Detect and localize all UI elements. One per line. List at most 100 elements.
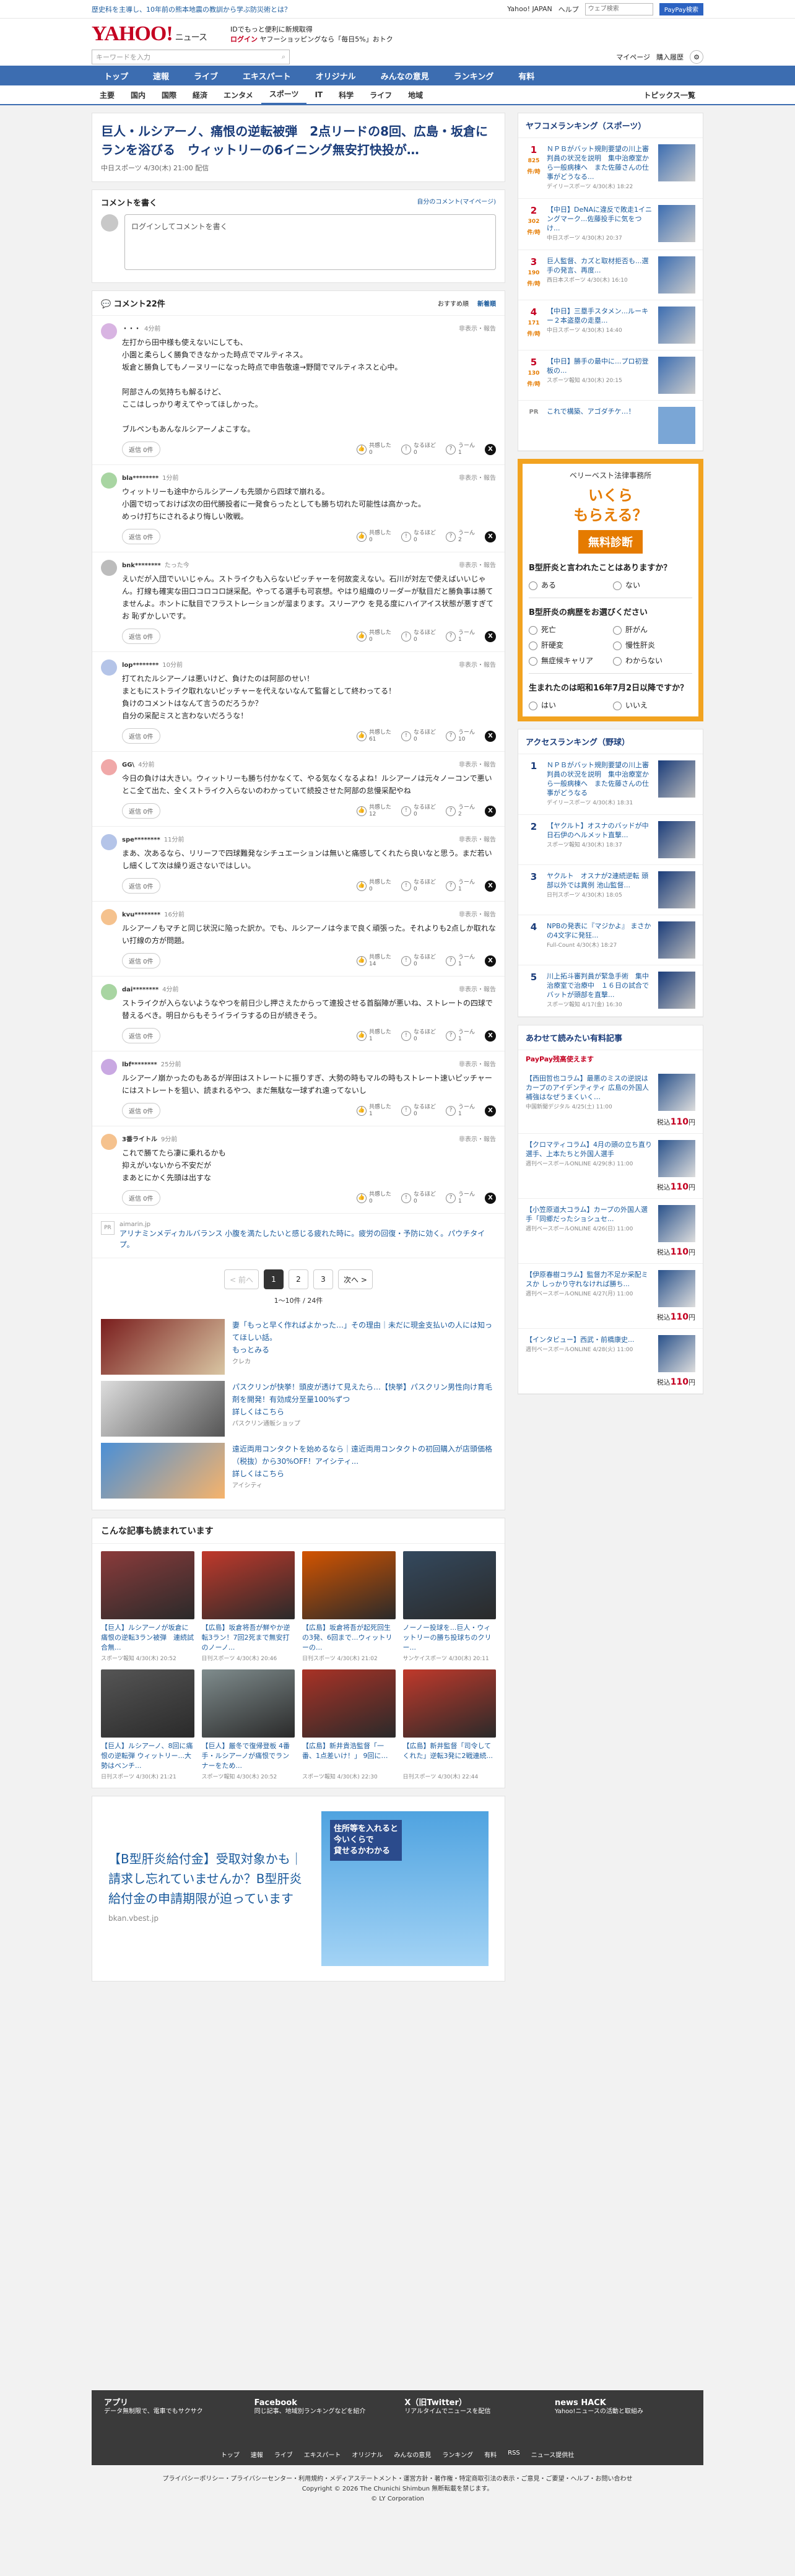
comment-input[interactable]: ログインしてコメントを書く: [124, 214, 496, 270]
report-link[interactable]: 非表示・報告: [459, 1059, 496, 1068]
related-thumb[interactable]: [201, 1669, 295, 1738]
ranking-item[interactable]: 1 825件/時 ＮＰＢがバット規則要望の川上審判員の状況を説明 集中治療室から一般…: [518, 138, 703, 199]
my-comments-link[interactable]: 自分のコメント(マイページ): [417, 196, 496, 208]
paid-item[interactable]: 【クロマティコラム】4月の頭の立ち直り選手、上本たちと外国人選手 週刊ベースボール…: [518, 1134, 703, 1199]
footer-link[interactable]: ライブ: [274, 2450, 293, 2459]
hmm-button[interactable]: ? うーん 1: [445, 1191, 475, 1205]
x-share-icon[interactable]: X: [485, 1192, 496, 1204]
access-item[interactable]: 3 ヤクルト オスナが2連続逆転 頭部以外では異例 池山監督... 日刊スポーツ 4…: [518, 865, 703, 915]
ranking-thumb[interactable]: [658, 256, 695, 294]
sort-newest[interactable]: 新着順: [477, 298, 496, 308]
ranking-item[interactable]: 4 171件/時 【中日】三塁手スタメン...ルーキー２本盗塁の走塁... 中日スポー…: [518, 300, 703, 350]
empathy-button[interactable]: 👍 共感した 1: [356, 1029, 391, 1043]
footer-app[interactable]: X（旧Twitter） リアルタイムでニュースを配信: [404, 2399, 541, 2416]
empathy-button[interactable]: 👍 共感した 1: [356, 1104, 391, 1118]
comment-user[interactable]: bla********: [122, 475, 159, 482]
ranking-item[interactable]: 3 190件/時 巨人監督、カズと取材拒否も...選手の発言、再度... 西日本スポー…: [518, 250, 703, 300]
diag-option[interactable]: 肝硬変: [529, 640, 608, 650]
diag-option[interactable]: わからない: [613, 655, 692, 666]
footer-link[interactable]: 有料: [484, 2450, 497, 2459]
help-link[interactable]: ヘルプ: [558, 4, 579, 14]
top-notice-link[interactable]: 歴史科を主導し、10年前の熊本地震の教訓から学ぶ防災術とは？: [92, 4, 291, 14]
reply-button[interactable]: 返信 0件: [122, 1103, 160, 1118]
hmm-button[interactable]: ? うーん 1: [445, 954, 475, 968]
comment-user[interactable]: dai********: [122, 986, 159, 993]
insight-button[interactable]: ! なるほど 0: [401, 729, 436, 743]
footer-link[interactable]: トップ: [221, 2450, 240, 2459]
shopping-promo[interactable]: ヤフーショッピングなら「毎日5%」おトク: [260, 35, 393, 43]
insight-button[interactable]: ! なるほど 0: [401, 1191, 436, 1205]
footer-app[interactable]: news HACK Yahoo!ニュースの活動と取組み: [555, 2399, 691, 2416]
report-link[interactable]: 非表示・報告: [459, 1134, 496, 1143]
access-item[interactable]: 1 ＮＰＢがバット規則要望の川上審判員の状況を説明 集中治療室から一般病棟へ また…: [518, 754, 703, 815]
ad-item[interactable]: パスクリンが快挙！頭皮が透けて見えたら…【快挙】パスクリン男性向け育毛剤を開発！…: [101, 1381, 496, 1437]
ad-item[interactable]: 遠近両用コンタクトを始めるなら｜遠近両用コンタクトの初回購入が店頭価格（税抜）か…: [101, 1443, 496, 1499]
report-link[interactable]: 非表示・報告: [459, 984, 496, 993]
cat-life[interactable]: ライフ: [362, 90, 400, 100]
footer-app[interactable]: Facebook 同じ記事、地域別ランキングなどを紹介: [254, 2399, 391, 2416]
reply-button[interactable]: 返信 0件: [122, 878, 160, 894]
comment-user[interactable]: ・・・: [122, 326, 141, 333]
nav-expert[interactable]: エキスパート: [230, 66, 303, 85]
access-item[interactable]: 4 NPBの発表に『マジかよ』 まさかの4文字に発狂... Full-Count 4…: [518, 915, 703, 965]
related-thumb[interactable]: [302, 1551, 396, 1619]
id-promo[interactable]: IDでもっと便利に新規取得: [230, 25, 393, 35]
cat-it[interactable]: IT: [306, 90, 331, 99]
x-share-icon[interactable]: X: [485, 1030, 496, 1042]
topics-list-link[interactable]: トピックス一覧: [635, 90, 703, 100]
empathy-button[interactable]: 👍 共感した 0: [356, 530, 391, 544]
diag-button[interactable]: 無料診断: [578, 530, 643, 554]
footer-link[interactable]: RSS: [508, 2450, 520, 2459]
report-link[interactable]: 非表示・報告: [459, 909, 496, 918]
diag-option[interactable]: いいえ: [613, 700, 692, 710]
cat-domestic[interactable]: 国内: [123, 90, 154, 100]
insight-button[interactable]: ! なるほど 0: [401, 879, 436, 893]
diag-option[interactable]: ある: [529, 580, 608, 590]
related-thumb[interactable]: [402, 1669, 496, 1738]
reply-button[interactable]: 返信 0件: [122, 728, 160, 744]
empathy-button[interactable]: 👍 共感した 0: [356, 443, 391, 456]
related-thumb[interactable]: [402, 1551, 496, 1619]
policy-links[interactable]: プライバシーポリシー・プライバシーセンター・利用規約・メディアステートメント・運…: [92, 2474, 703, 2484]
related-item[interactable]: 【広島】坂倉将吾が起死回生の3発、6回まで...ウィットリーの... 日刊スポーツ…: [302, 1551, 396, 1662]
pr-comment[interactable]: PR aimarin.jp アリナミンメディカルバランス 小腹を満たしたいと感じる…: [92, 1214, 505, 1258]
cat-world[interactable]: 国際: [154, 90, 185, 100]
prev-page-button[interactable]: < 前へ: [224, 1269, 259, 1289]
report-link[interactable]: 非表示・報告: [459, 323, 496, 333]
footer-link[interactable]: ニュース提供社: [531, 2450, 575, 2459]
cat-entertainment[interactable]: エンタメ: [215, 90, 261, 100]
comment-user[interactable]: spe********: [122, 837, 160, 843]
reply-button[interactable]: 返信 0件: [122, 803, 160, 819]
related-thumb[interactable]: [101, 1669, 194, 1738]
hmm-button[interactable]: ? うーん 10: [445, 729, 475, 743]
hmm-button[interactable]: ? うーん 2: [445, 804, 475, 818]
paid-item[interactable]: 【伊原春樹コラム】監督力不足か采配ミスか しっかり守れなければ勝ち... 週刊ベー…: [518, 1264, 703, 1329]
reply-button[interactable]: 返信 0件: [122, 442, 160, 457]
insight-button[interactable]: ! なるほど 0: [401, 443, 436, 456]
related-item[interactable]: 【巨人】ルシアーノが坂倉に痛恨の逆転3ラン被弾 連続試合無... スポーツ報知 4…: [101, 1551, 194, 1662]
cat-region[interactable]: 地域: [400, 90, 431, 100]
x-share-icon[interactable]: X: [485, 443, 496, 455]
gear-icon[interactable]: ⚙: [690, 50, 703, 64]
big-ad-title[interactable]: 【B型肝炎給付金】受取対象かも｜請求し忘れていませんか？B型肝炎給付金の申請期限…: [108, 1852, 303, 1906]
diag-option[interactable]: 無症候キャリア: [529, 655, 608, 666]
cat-main[interactable]: 主要: [92, 90, 123, 100]
diag-option[interactable]: 慢性肝炎: [613, 640, 692, 650]
x-share-icon[interactable]: X: [485, 805, 496, 817]
insight-button[interactable]: ! なるほど 0: [401, 630, 436, 643]
related-thumb[interactable]: [101, 1551, 194, 1619]
report-link[interactable]: 非表示・報告: [459, 472, 496, 482]
paid-item[interactable]: 【西田哲也コラム】最悪のミスの逆説はカープのアイデンティティ 広島の外国人補強は…: [518, 1068, 703, 1134]
report-link[interactable]: 非表示・報告: [459, 759, 496, 768]
x-share-icon[interactable]: X: [485, 531, 496, 542]
nav-live[interactable]: ライブ: [181, 66, 230, 85]
ad-image[interactable]: [101, 1319, 225, 1375]
big-ad-image[interactable]: 住所等を入れると 今いくらで 貸せるかわかる: [321, 1811, 489, 1966]
ranking-thumb[interactable]: [658, 205, 695, 242]
empathy-button[interactable]: 👍 共感した 0: [356, 879, 391, 893]
empathy-button[interactable]: 👍 共感した 0: [356, 1191, 391, 1205]
reply-button[interactable]: 返信 0件: [122, 1190, 160, 1206]
pr-text[interactable]: アリナミンメディカルバランス 小腹を満たしたいと感じる疲れた時に。疲労の回復・予…: [119, 1228, 496, 1250]
footer-link[interactable]: 速報: [251, 2450, 263, 2459]
x-share-icon[interactable]: X: [485, 1105, 496, 1116]
